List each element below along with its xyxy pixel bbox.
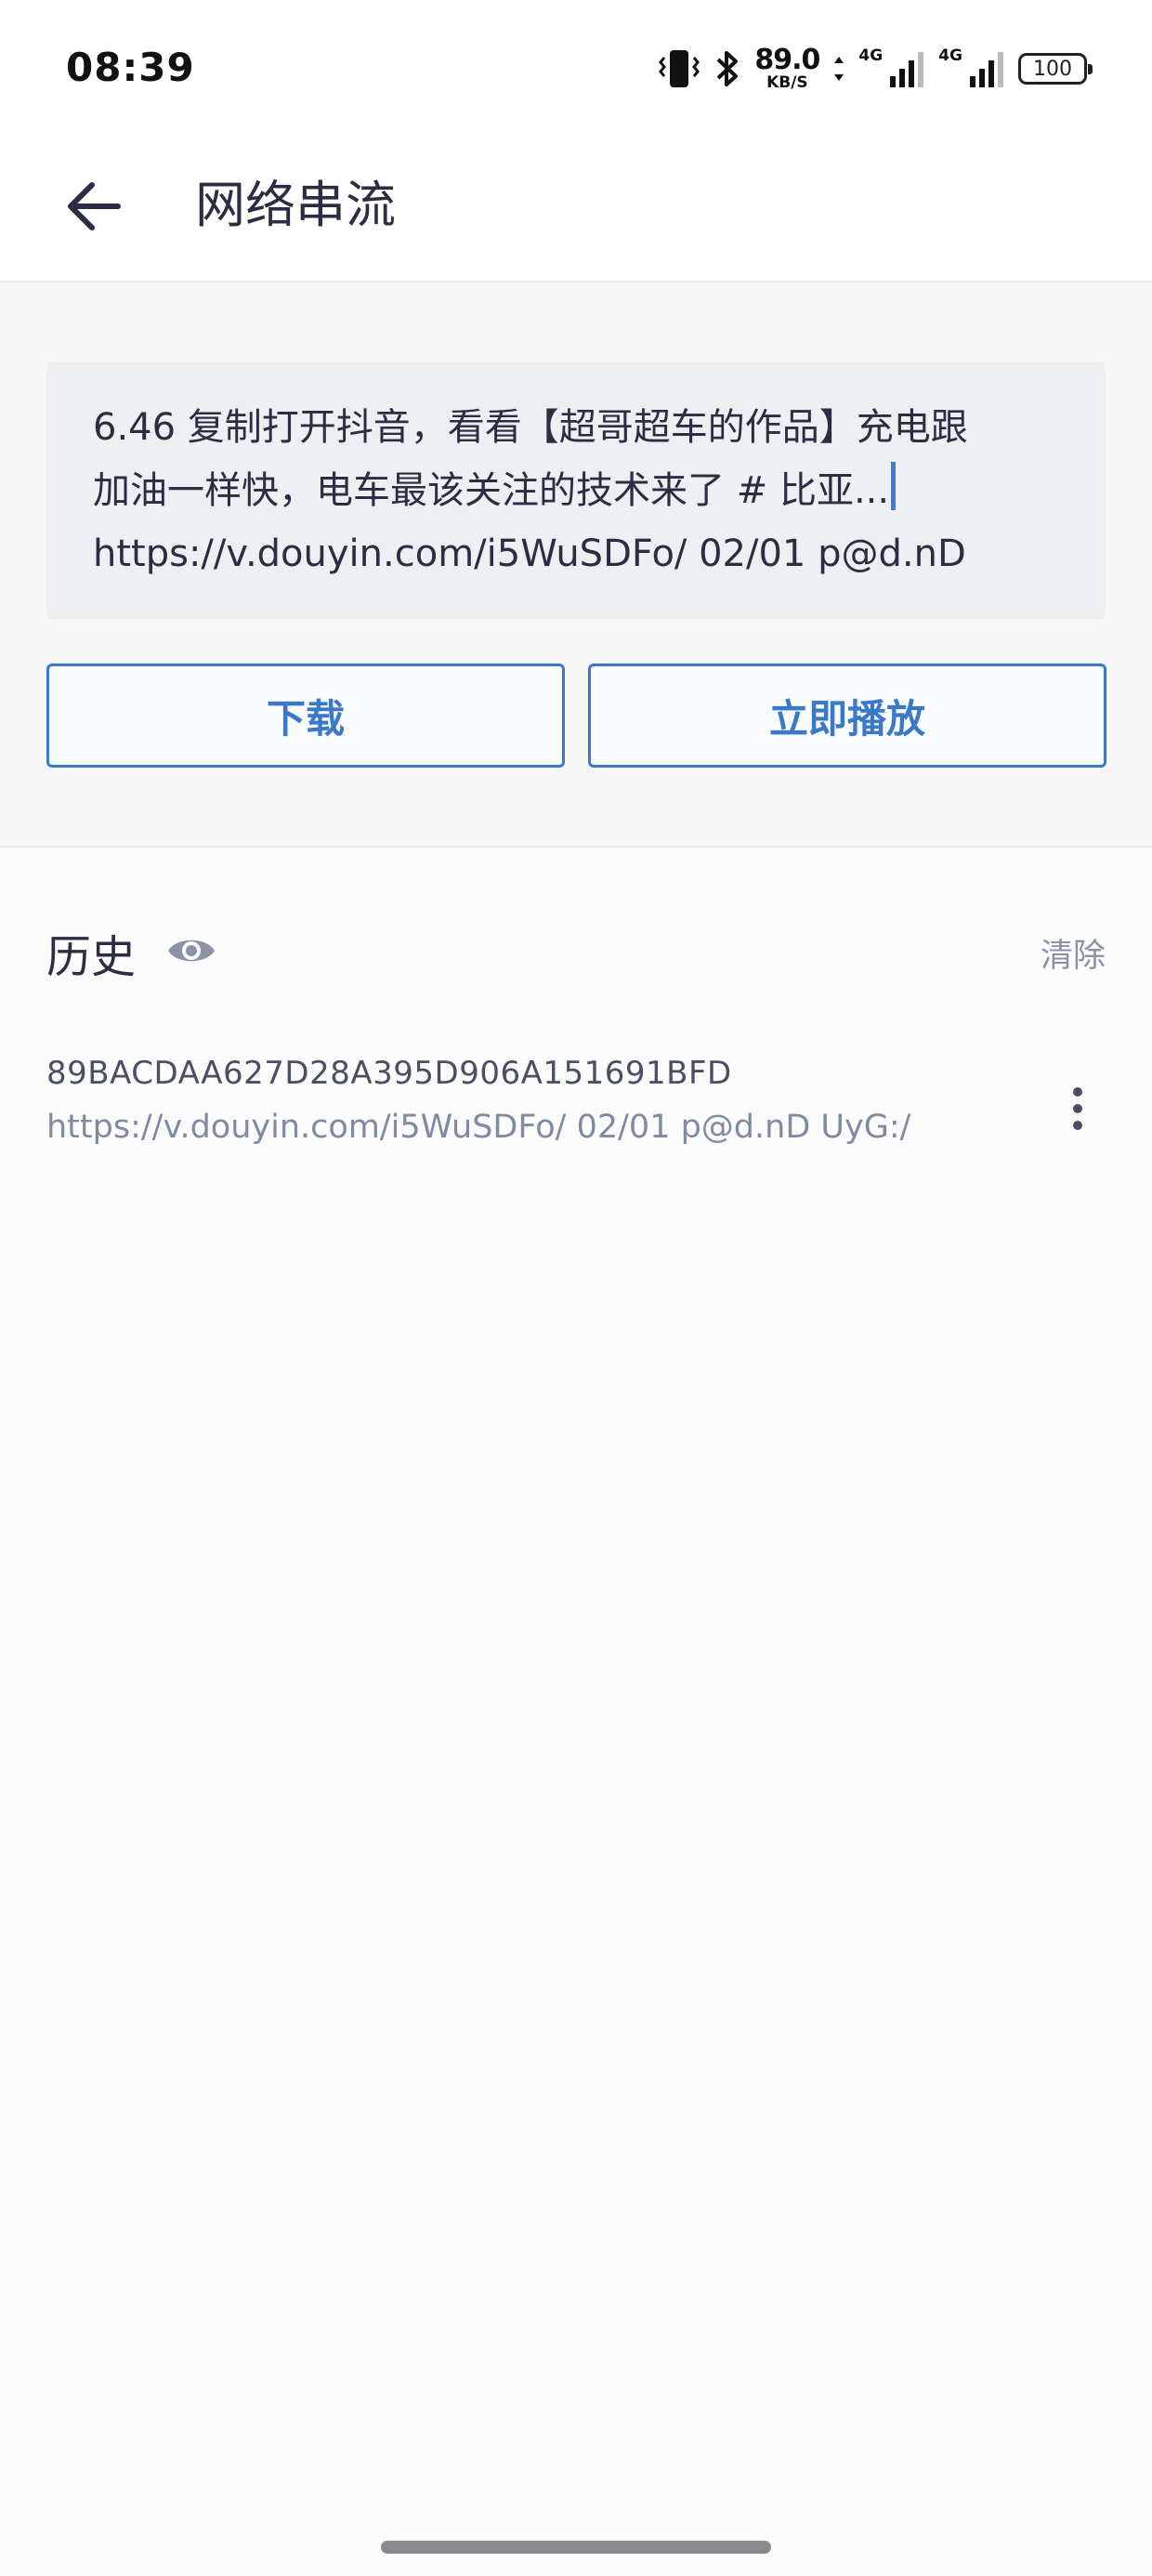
- sim2-network-type: 4G: [938, 46, 962, 65]
- text-caret: [891, 462, 897, 510]
- history-item-menu-button[interactable]: [1050, 1073, 1106, 1148]
- history-title: 历史: [46, 931, 137, 983]
- network-speed: 89.0 KB/S: [754, 44, 820, 92]
- url-input-line-2-text: 加油一样快，电车最该关注的技术来了 # 比亚...: [93, 469, 890, 512]
- clear-history-button[interactable]: 清除: [1041, 929, 1106, 977]
- url-input-section: 6.46 复制打开抖音，看看【超哥超车的作品】充电跟 加油一样快，电车最该关注的…: [0, 283, 1152, 848]
- download-button[interactable]: 下载: [46, 664, 565, 768]
- app-bar: 网络串流: [0, 138, 1152, 283]
- vibrate-icon: [658, 48, 700, 89]
- network-speed-unit: KB/S: [766, 73, 808, 92]
- home-indicator[interactable]: [381, 2541, 771, 2554]
- battery-icon: 100: [1018, 53, 1093, 85]
- network-speed-value: 89.0: [754, 44, 820, 76]
- battery-level: 100: [1033, 57, 1072, 81]
- eye-icon: [165, 932, 217, 973]
- history-item-url: https://v.douyin.com/i5WuSDFo/ 02/01 p@d…: [46, 1109, 911, 1146]
- history-header: 历史 清除: [46, 915, 1106, 990]
- url-input[interactable]: 6.46 复制打开抖音，看看【超哥超车的作品】充电跟 加油一样快，电车最该关注的…: [46, 362, 1106, 619]
- play-now-button[interactable]: 立即播放: [588, 664, 1106, 768]
- sim2-signal-icon: [968, 48, 1005, 89]
- arrow-left-icon: [64, 180, 122, 236]
- bluetooth-icon: [713, 47, 741, 90]
- url-input-line-1: 6.46 复制打开抖音，看看【超哥超车的作品】充电跟: [93, 406, 968, 449]
- more-vertical-icon: [1071, 1085, 1084, 1136]
- url-input-line-3: https://v.douyin.com/i5WuSDFo/ 02/01 p@d…: [93, 532, 966, 575]
- back-button[interactable]: [48, 164, 137, 253]
- sim1-network-type: 4G: [858, 46, 884, 65]
- status-bar: 08:39 89.0 KB/S 4G 4G 100: [0, 0, 1152, 138]
- history-item-id: 89BACDAA627D28A395D906A151691BFD: [46, 1055, 732, 1092]
- toggle-visibility-button[interactable]: [164, 925, 219, 980]
- url-input-line-2: 加油一样快，电车最该关注的技术来了 # 比亚...: [93, 459, 1059, 522]
- sim1-signal-icon: [888, 48, 925, 89]
- history-list-item[interactable]: 89BACDAA627D28A395D906A151691BFD https:/…: [46, 1045, 1106, 1166]
- status-icons: 89.0 KB/S 4G 4G 100: [658, 43, 1093, 95]
- page-title: 网络串流: [195, 176, 396, 234]
- status-time: 08:39: [66, 45, 195, 90]
- data-transfer-icon: [832, 55, 845, 83]
